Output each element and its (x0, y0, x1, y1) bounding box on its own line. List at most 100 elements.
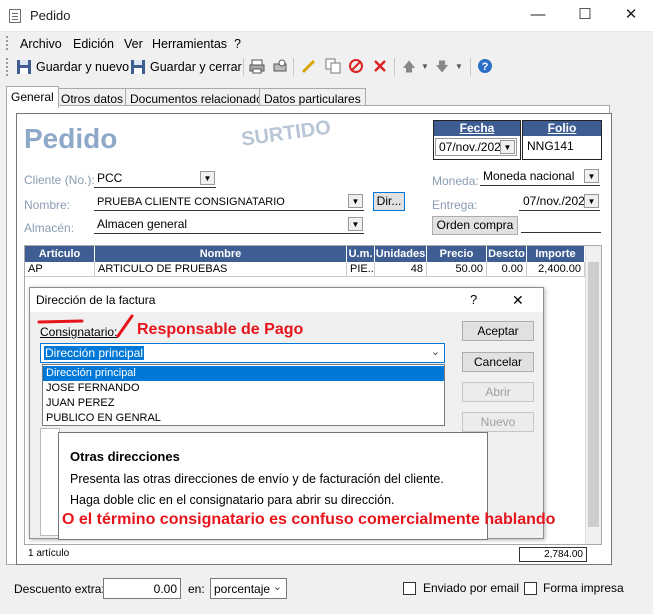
descuento-input[interactable]: 0.00 (103, 578, 181, 599)
enviado-label: Enviado por email (423, 581, 520, 595)
chevron-down-icon[interactable]: ▼ (200, 171, 215, 185)
tooltip-title: Otras direcciones (70, 449, 180, 464)
en-select[interactable]: porcentaje ⌄ (210, 578, 287, 599)
col-unidades[interactable]: Unidades (375, 246, 427, 262)
option-juan-perez[interactable]: JUAN PEREZ (43, 396, 444, 411)
calendar-dropdown-icon[interactable]: ▼ (500, 140, 515, 154)
grip-handle (6, 36, 9, 50)
save-new-label: Guardar y nuevo (36, 60, 130, 74)
abrir-button[interactable]: Abrir (462, 382, 534, 402)
fecha-label: Fecha (434, 121, 520, 136)
en-value: porcentaje (214, 582, 271, 596)
toolbar: Guardar y nuevo Guardar y cerrar 🡅 ▼ 🡇 ▼… (0, 54, 653, 80)
save-close-button[interactable]: Guardar y cerrar (130, 57, 242, 77)
enviado-checkbox[interactable] (403, 582, 416, 595)
dir-button[interactable]: Dir... (373, 192, 405, 211)
grip-handle (6, 58, 9, 76)
cliente-field[interactable]: PCC ▼ (94, 170, 216, 188)
fecha-value: 07/nov./2024 (439, 140, 508, 154)
orden-compra-line (521, 232, 601, 233)
folio-label: Folio (523, 121, 601, 136)
almacen-field[interactable]: Almacen general ▼ (94, 216, 364, 234)
cliente-value: PCC (97, 171, 123, 185)
minimize-button[interactable]: — (515, 0, 561, 32)
print-preview-icon[interactable] (271, 58, 289, 76)
menu-help[interactable]: ? (234, 37, 241, 51)
calendar-dropdown-icon[interactable]: ▼ (584, 194, 599, 208)
cell-unidades[interactable]: 48 (375, 262, 427, 277)
cell-nombre[interactable]: ARTICULO DE PRUEBAS (95, 262, 347, 277)
nombre-label: Nombre: (24, 198, 71, 212)
moneda-value: Moneda nacional (483, 169, 575, 183)
dialog-close-button[interactable]: ✕ (512, 292, 524, 309)
print-icon[interactable] (248, 58, 266, 76)
chevron-down-icon[interactable]: ▼ (348, 194, 363, 208)
tooltip-line2: Haga doble clic en el consignatario para… (70, 493, 395, 507)
option-jose-fernando[interactable]: JOSE FERNANDO (43, 381, 444, 396)
col-precio[interactable]: Precio (427, 246, 487, 262)
moneda-label: Moneda: (432, 174, 479, 188)
moneda-field[interactable]: Moneda nacional ▼ (480, 168, 600, 186)
separator (470, 58, 471, 76)
col-importe[interactable]: Importe (527, 246, 585, 262)
menu-edicion[interactable]: Edición (73, 37, 114, 51)
cancelar-button[interactable]: Cancelar (462, 352, 534, 372)
grid-scrollbar[interactable] (585, 246, 601, 544)
folio-value[interactable]: NNG141 (523, 136, 601, 156)
col-descto[interactable]: Descto (487, 246, 527, 262)
col-articulo[interactable]: Artículo (25, 246, 95, 262)
address-list-panel (40, 428, 60, 536)
menu-archivo[interactable]: Archivo (20, 37, 62, 51)
menu-herramientas[interactable]: Herramientas (152, 37, 227, 51)
cell-descto[interactable]: 0.00 (487, 262, 527, 277)
aceptar-button[interactable]: Aceptar (462, 321, 534, 341)
fecha-field[interactable]: 07/nov./2024 ▼ (435, 138, 517, 156)
chevron-down-icon[interactable]: ⌄ (273, 580, 282, 593)
en-label: en: (188, 582, 205, 596)
arrow-down-icon[interactable]: 🡇 (433, 58, 451, 76)
entrega-field[interactable]: 07/nov./202 ▼ (519, 193, 600, 211)
chevron-down-icon[interactable]: ▼ (416, 58, 434, 76)
almacen-value: Almacen general (97, 217, 188, 231)
item-count: 1 artículo (28, 548, 70, 559)
nombre-field[interactable]: PRUEBA CLIENTE CONSIGNATARIO ▼ (94, 193, 364, 211)
dialog-title: Dirección de la factura (36, 293, 156, 307)
consignatario-options: Dirección principal JOSE FERNANDO JUAN P… (42, 364, 445, 426)
chevron-down-icon[interactable]: ▼ (450, 58, 468, 76)
entrega-value: 07/nov./202 (523, 194, 585, 208)
maximize-button[interactable]: ☐ (562, 0, 608, 32)
chevron-down-icon[interactable]: ▼ (584, 169, 599, 183)
edit-icon[interactable] (300, 58, 318, 76)
annotation-confuso: O el término consignatario es confuso co… (62, 511, 556, 528)
col-nombre[interactable]: Nombre (95, 246, 347, 262)
help-icon[interactable]: ? (476, 58, 494, 76)
scrollbar-thumb[interactable] (588, 262, 599, 527)
col-um[interactable]: U.m. (347, 246, 375, 262)
annotation-responsable: Responsable de Pago (137, 321, 304, 338)
nuevo-button[interactable]: Nuevo (462, 412, 534, 432)
forma-impresa-checkbox[interactable] (524, 582, 537, 595)
separator (394, 58, 395, 76)
cancel-icon[interactable] (347, 58, 365, 76)
option-publico-en-general[interactable]: PUBLICO EN GENRAL (43, 411, 444, 426)
menu-bar: Archivo Edición Ver Herramientas ? (0, 32, 653, 54)
option-direccion-principal[interactable]: Dirección principal (43, 366, 444, 381)
consignatario-select[interactable]: Dirección principal ⌄ (40, 343, 445, 363)
cell-articulo[interactable]: AP (25, 262, 95, 277)
cell-um[interactable]: PIE... (347, 262, 375, 277)
chevron-down-icon[interactable]: ⌄ (431, 345, 440, 358)
close-button[interactable]: ✕ (608, 0, 653, 32)
window-title: Pedido (30, 8, 71, 23)
copy-icon[interactable] (324, 58, 342, 76)
tab-general[interactable]: General (6, 86, 59, 108)
red-annotation-strokes (37, 314, 134, 338)
save-new-button[interactable]: Guardar y nuevo (16, 57, 129, 77)
orden-compra-button[interactable]: Orden compra (432, 216, 518, 235)
delete-icon[interactable] (371, 58, 389, 76)
cliente-label: Cliente (No.): (24, 173, 95, 187)
cell-precio[interactable]: 50.00 (427, 262, 487, 277)
dialog-help-button[interactable]: ? (470, 292, 477, 307)
menu-ver[interactable]: Ver (124, 37, 143, 51)
cell-importe[interactable]: 2,400.00 (527, 262, 585, 277)
chevron-down-icon[interactable]: ▼ (348, 217, 363, 231)
